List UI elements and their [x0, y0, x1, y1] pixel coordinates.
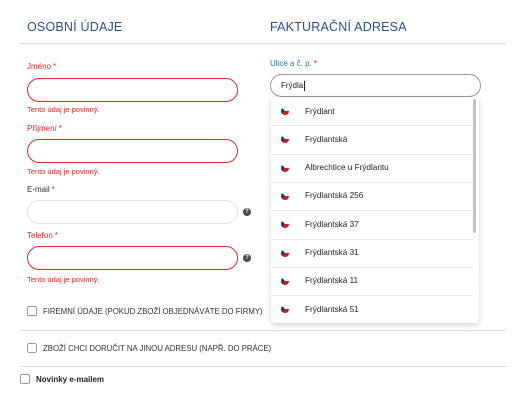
last-name-field[interactable] [27, 139, 238, 163]
options-divider-2 [20, 366, 506, 367]
suggestions-scrollbar[interactable] [473, 99, 476, 233]
suggestion-label: Frýdlantská 51 [305, 304, 359, 314]
suggestion-label: Frýdlant [305, 106, 335, 116]
text-caret [304, 80, 306, 91]
company-details-option[interactable]: FIREMNÍ ÚDAJE (POKUD ZBOŽÍ OBJEDNÁVÁTE D… [27, 306, 263, 316]
suggestion-item[interactable]: Frýdlantská 31 [271, 239, 473, 267]
other-address-label: ZBOŽÍ CHCI DORUČIT NA JINOU ADRESU (NAPŘ… [43, 343, 272, 353]
options-divider-1 [20, 330, 506, 331]
first-name-error: Tento údaj je povinný. [27, 105, 100, 114]
czech-flag-icon [281, 135, 289, 144]
suggestion-label: Frýdlantská 31 [305, 248, 359, 257]
czech-flag-icon [281, 107, 289, 115]
company-details-label: FIREMNÍ ÚDAJE (POKUD ZBOŽÍ OBJEDNÁVÁTE D… [43, 306, 263, 316]
other-address-option[interactable]: ZBOŽÍ CHCI DORUČIT NA JINOU ADRESU (NAPŘ… [27, 343, 271, 353]
email-label: E-mail * [27, 185, 55, 194]
header-divider [20, 43, 506, 44]
newsletter-checkbox[interactable] [20, 374, 30, 384]
suggestion-item[interactable]: Frýdlant [271, 97, 473, 125]
billing-address-heading: FAKTURAČNÍ ADRESA [270, 20, 407, 34]
suggestion-label: Frýdlantská 256 [305, 191, 364, 201]
last-name-label: Příjmení * [27, 124, 62, 133]
other-address-checkbox[interactable] [27, 343, 37, 353]
suggestion-item[interactable]: Frýdlantská [271, 125, 473, 153]
suggestion-label: Frýdlantská [305, 134, 348, 144]
suggestion-item[interactable]: Albrechtice u Frýdlantu [271, 154, 473, 182]
newsletter-label: Novinky e-mailem [36, 374, 105, 384]
email-help-icon[interactable]: ? [243, 208, 251, 216]
czech-flag-icon [281, 305, 289, 314]
suggestion-item[interactable]: Frýdlantská 51 [271, 295, 473, 323]
street-search-input[interactable]: Frýdla [270, 74, 481, 97]
street-label: Ulice a č. p. * [270, 59, 317, 68]
phone-label: Telefon * [27, 231, 58, 240]
suggestion-label: Frýdlantská 11 [305, 276, 359, 286]
street-suggestions-dropdown[interactable]: Frýdlant Frýdlantská Albrechtice u Frýdlan… [271, 97, 479, 323]
email-field[interactable] [27, 200, 238, 224]
company-details-checkbox[interactable] [27, 306, 37, 316]
suggestion-label: Albrechtice u Frýdlantu [305, 163, 389, 173]
suggestion-label: Frýdlantská 37 [305, 219, 359, 229]
suggestion-item[interactable]: Frýdlantská 11 [271, 267, 473, 295]
personal-details-heading: OSOBNÍ ÚDAJE [27, 20, 123, 34]
czech-flag-icon [281, 276, 289, 285]
czech-flag-icon [281, 163, 289, 172]
first-name-label: Jméno * [27, 62, 57, 71]
suggestion-item[interactable]: Frýdlantská 256 [271, 182, 473, 210]
newsletter-option[interactable]: Novinky e-mailem [20, 374, 104, 384]
phone-help-icon[interactable]: ? [243, 254, 251, 262]
suggestion-item[interactable]: Frýdlantská 37 [271, 210, 473, 238]
last-name-error: Tento údaj je povinný. [27, 167, 100, 176]
first-name-field[interactable] [27, 78, 238, 102]
czech-flag-icon [281, 191, 289, 200]
street-input-value: Frýdla [281, 81, 304, 90]
phone-error: Tento údaj je povinný. [27, 275, 100, 284]
czech-flag-icon [281, 220, 289, 229]
czech-flag-icon [281, 248, 289, 257]
phone-field[interactable] [27, 246, 238, 270]
